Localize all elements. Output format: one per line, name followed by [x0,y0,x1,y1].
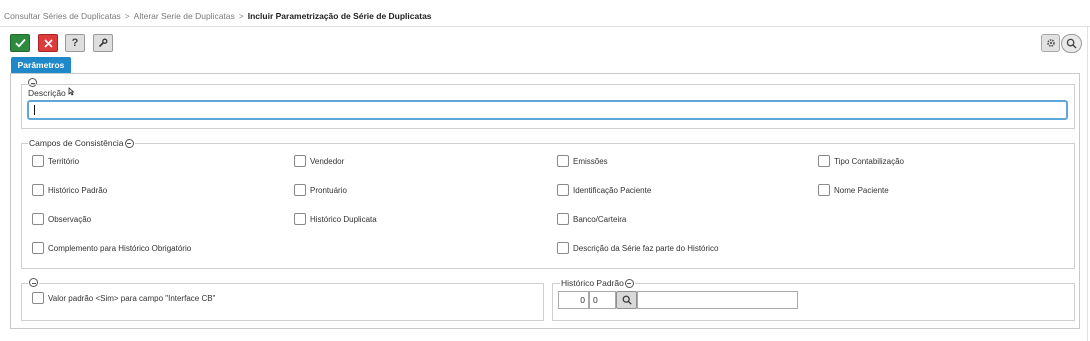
checkbox-box[interactable] [32,213,44,225]
question-icon: ? [71,37,79,49]
breadcrumb: Consultar Séries de Duplicatas > Alterar S… [4,11,432,21]
settings-button[interactable] [1041,34,1060,52]
page-right-border [1087,26,1088,341]
breadcrumb-separator: > [124,11,130,21]
checkbox-complemento-historico[interactable]: Complemento para Histórico Obrigatório [32,242,191,254]
historico-padrao-legend: Histórico Padrão [560,278,635,288]
campos-consistencia-legend: Campos de Consistência [28,138,135,148]
gear-icon [1046,39,1055,47]
checkbox-nome-paciente[interactable]: Nome Paciente [818,184,889,196]
checkbox-box[interactable] [818,184,830,196]
tab-parametros[interactable]: Parâmetros [11,57,71,73]
checkbox-tipo-contabilizacao[interactable]: Tipo Contabilização [818,155,904,167]
search-icon [622,295,632,305]
checkbox-descricao-serie-historico[interactable]: Descrição da Série faz parte do Históric… [557,242,718,254]
interface-cb-legend [28,278,39,287]
breadcrumb-current: Incluir Parametrização de Série de Dupli… [247,11,432,21]
checkbox-box[interactable] [557,242,569,254]
checkbox-box[interactable] [32,184,44,196]
search-toggle-button[interactable] [1061,34,1082,53]
checkbox-observacao[interactable]: Observação [32,213,91,225]
checkbox-prontuario[interactable]: Prontuário [294,184,347,196]
checkbox-territorio[interactable]: Território [32,155,79,167]
checkbox-box[interactable] [557,213,569,225]
collapse-icon[interactable] [624,278,634,288]
checkbox-box[interactable] [557,184,569,196]
breadcrumb-link-alterar[interactable]: Alterar Serie de Duplicatas [134,11,235,21]
checkbox-box[interactable] [557,155,569,167]
historico-code-input-2[interactable]: 0 [589,291,616,309]
search-icon [1066,38,1077,49]
historico-search-button[interactable] [616,291,637,309]
checkbox-box[interactable] [32,155,44,167]
historico-code-input-1[interactable]: 0 [558,291,589,309]
wrench-icon [98,38,108,48]
breadcrumb-link-consultar[interactable]: Consultar Séries de Duplicatas [4,11,121,21]
checkbox-vendedor[interactable]: Vendedor [294,155,344,167]
checkbox-box[interactable] [294,155,306,167]
historico-description-input[interactable] [637,291,798,309]
text-caret [34,105,35,115]
checkbox-emissoes[interactable]: Emissões [557,155,608,167]
checkbox-identificacao-paciente[interactable]: Identificação Paciente [557,184,651,196]
breadcrumb-separator: > [238,11,244,21]
checkbox-historico-duplicata[interactable]: Histórico Duplicata [294,213,377,225]
check-icon [14,38,26,48]
checkbox-box[interactable] [32,242,44,254]
checkbox-historico-padrao[interactable]: Histórico Padrão [32,184,107,196]
checkbox-box[interactable] [294,184,306,196]
confirm-button[interactable] [10,34,30,52]
descricao-label: Descrição [27,86,76,98]
checkbox-banco-carteira[interactable]: Banco/Carteira [557,213,626,225]
collapse-icon[interactable] [124,138,134,148]
header-divider [0,26,1090,27]
tools-button[interactable] [93,34,113,52]
cancel-button[interactable] [38,34,58,52]
close-icon [43,38,53,48]
help-button[interactable]: ? [65,34,85,52]
checkbox-interface-cb[interactable]: Valor padrão <Sim> para campo "Interface… [32,292,215,304]
descricao-input[interactable] [27,100,1068,120]
collapse-icon[interactable] [29,278,38,287]
checkbox-box[interactable] [294,213,306,225]
checkbox-box[interactable] [818,155,830,167]
checkbox-box[interactable] [32,292,44,304]
cursor-icon [68,86,75,96]
